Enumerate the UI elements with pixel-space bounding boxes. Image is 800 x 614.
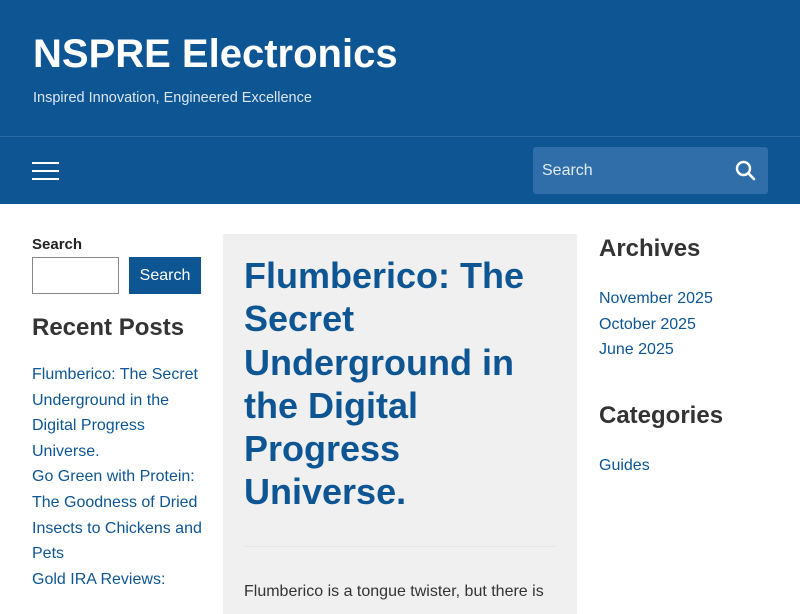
list-item: Go Green with Protein: The Goodness of D… (32, 464, 207, 566)
list-item: Gold IRA Reviews: (32, 567, 207, 593)
recent-post-link[interactable]: Flumberico: The Secret Underground in th… (32, 366, 198, 460)
header-divider (0, 136, 800, 137)
left-sidebar: Search Search Recent Posts Flumberico: T… (32, 236, 207, 592)
sidebar-search-form: Search (32, 257, 207, 294)
menu-bar (32, 170, 59, 172)
site-title[interactable]: NSPRE Electronics (33, 32, 398, 76)
hamburger-menu-icon[interactable] (32, 162, 59, 180)
post-title[interactable]: Flumberico: The Secret Underground in th… (244, 254, 564, 514)
search-widget-label: Search (32, 236, 83, 253)
menu-bar (32, 178, 59, 180)
archive-link[interactable]: October 2025 (599, 316, 696, 333)
recent-post-link[interactable]: Go Green with Protein: The Goodness of D… (32, 468, 202, 562)
search-icon-svg (735, 160, 756, 181)
list-item: October 2025 (599, 312, 779, 338)
site-header: NSPRE Electronics Inspired Innovation, E… (0, 0, 800, 204)
list-item: November 2025 (599, 286, 779, 312)
site-branding: NSPRE Electronics Inspired Innovation, E… (33, 32, 398, 106)
recent-posts-title: Recent Posts (32, 314, 185, 341)
card-divider (244, 546, 556, 547)
menu-bar (32, 162, 59, 164)
categories-list: Guides (599, 453, 779, 479)
sidebar-search-input[interactable] (32, 257, 119, 294)
header-search-form (533, 147, 768, 194)
search-icon[interactable] (734, 159, 758, 183)
post-card: Flumberico: The Secret Underground in th… (223, 234, 577, 614)
site-tagline: Inspired Innovation, Engineered Excellen… (33, 90, 312, 106)
list-item: Flumberico: The Secret Underground in th… (32, 362, 207, 464)
categories-title: Categories (599, 401, 724, 429)
recent-post-link[interactable]: Gold IRA Reviews: (32, 571, 165, 588)
sidebar-search-button[interactable]: Search (129, 257, 201, 294)
right-sidebar: Archives November 2025 October 2025 June… (599, 234, 779, 478)
archive-link[interactable]: June 2025 (599, 341, 674, 358)
list-item: June 2025 (599, 337, 779, 363)
category-link[interactable]: Guides (599, 457, 650, 474)
header-search-input[interactable] (533, 147, 723, 194)
list-item: Guides (599, 453, 779, 479)
archive-link[interactable]: November 2025 (599, 290, 713, 307)
recent-posts-list: Flumberico: The Secret Underground in th… (32, 362, 207, 592)
archives-title: Archives (599, 235, 701, 262)
archives-list: November 2025 October 2025 June 2025 (599, 286, 779, 363)
